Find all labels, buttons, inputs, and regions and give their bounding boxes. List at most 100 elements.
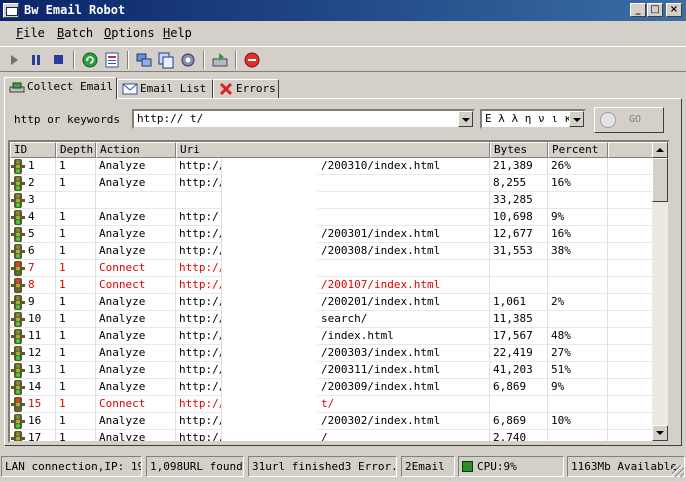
go-button-label: GO	[629, 114, 642, 125]
column-depth[interactable]: Depth	[56, 142, 96, 158]
cell-uri-a: http://	[176, 413, 222, 430]
menu-batch[interactable]: Batch	[57, 26, 93, 40]
pause-icon[interactable]	[26, 50, 46, 70]
column-bytes[interactable]: Bytes	[490, 142, 548, 158]
refresh-icon[interactable]	[80, 50, 100, 70]
cell-uri-b	[318, 192, 490, 209]
cell-id: 14	[10, 379, 56, 396]
toolbar-separator	[73, 51, 75, 69]
scroll-up-button[interactable]	[652, 142, 668, 158]
cell-uri-a: http://	[176, 379, 222, 396]
exit-icon[interactable]	[242, 50, 262, 70]
cell-uri-b: /200107/index.html	[318, 277, 490, 294]
redacted-area	[222, 158, 318, 441]
language-dropdown-arrow-icon[interactable]	[569, 111, 584, 127]
cell-action: Analyze	[96, 226, 176, 243]
table-row[interactable]: 14 1 Analyze http:// /200309/index.html 6,869…	[10, 379, 656, 396]
table-row[interactable]: 5 1 Analyze http:// /200301/index.html 12,677…	[10, 226, 656, 243]
menu-file[interactable]: File	[16, 26, 45, 40]
column-percent[interactable]: Percent	[548, 142, 608, 158]
cell-depth: 1	[56, 413, 96, 430]
cell-uri-b: /200302/index.html	[318, 413, 490, 430]
table-row[interactable]: 16 1 Analyze http:// /200302/index.html 6,869…	[10, 413, 656, 430]
table-row[interactable]: 1 1 Analyze http:///200310/index.html 21,389…	[10, 158, 656, 175]
vertical-scrollbar[interactable]	[652, 142, 668, 441]
tab-collect-email[interactable]: Collect Email	[4, 77, 117, 99]
scroll-thumb[interactable]	[652, 158, 668, 202]
go-icon	[600, 112, 616, 128]
column-action[interactable]: Action	[96, 142, 176, 158]
cell-uri-b: /200301/index.html	[318, 226, 490, 243]
table-row[interactable]: 8 1 Connect http:// /200107/index.html	[10, 277, 656, 294]
cell-percent	[548, 430, 608, 441]
error-x-icon	[219, 82, 233, 96]
cell-depth: 1	[56, 328, 96, 345]
minimize-button[interactable]: _	[630, 3, 646, 17]
url-dropdown-arrow-icon[interactable]	[458, 111, 473, 127]
cell-action: Connect	[96, 277, 176, 294]
table-row[interactable]: 2 1 Analyze http:// 8,255 16%	[10, 175, 656, 192]
cell-uri-b: /index.html	[318, 328, 490, 345]
table-row[interactable]: 12 1 Analyze http:// /200303/index.html 22,41…	[10, 345, 656, 362]
status-cpu-label: CPU:9%	[477, 460, 517, 473]
cell-id: 10	[10, 311, 56, 328]
cell-bytes: 1,061	[490, 294, 548, 311]
status-emails: 2Email	[401, 456, 455, 477]
table-row[interactable]: 13 1 Analyze http:// /200311/index.html 41,20…	[10, 362, 656, 379]
url-input[interactable]: http:// t/	[132, 109, 475, 129]
cell-uri-b: /	[318, 430, 490, 441]
cell-uri-b: /200309/index.html	[318, 379, 490, 396]
url-label: http or keywords	[14, 113, 120, 126]
export-icon[interactable]	[210, 50, 230, 70]
document-icon[interactable]	[102, 50, 122, 70]
tab-email-list[interactable]: Email List	[117, 79, 213, 99]
resize-grip-icon[interactable]	[672, 465, 684, 477]
cell-action: Analyze	[96, 243, 176, 260]
cell-action: Connect	[96, 396, 176, 413]
cell-percent: 38%	[548, 243, 608, 260]
tab-collect-email-label: Collect Email	[27, 80, 114, 93]
tab-errors[interactable]: Errors	[213, 79, 279, 99]
table-row[interactable]: 15 1 Connect http:// t/	[10, 396, 656, 413]
cell-id: 2	[10, 175, 56, 192]
cell-bytes: 41,203	[490, 362, 548, 379]
status-bar: LAN connection,IP: 192. 1,098URL found 3…	[0, 454, 686, 479]
cell-id: 6	[10, 243, 56, 260]
app-icon[interactable]	[3, 3, 19, 18]
table-row[interactable]: 7 1 Connect http://	[10, 260, 656, 277]
table-row[interactable]: 11 1 Analyze http:///index.html 17,567 48%	[10, 328, 656, 345]
cell-uri-a: http://	[176, 362, 222, 379]
language-select-value: Ε λ λ η ν ι κ	[485, 112, 572, 125]
table-row[interactable]: 9 1 Analyze http:// /200201/index.html 1,061 2…	[10, 294, 656, 311]
close-button[interactable]: ×	[666, 3, 682, 17]
settings-icon[interactable]	[178, 50, 198, 70]
go-button[interactable]: GO	[594, 107, 664, 133]
cell-uri-a: http://	[176, 277, 222, 294]
language-select[interactable]: Ε λ λ η ν ι κ	[480, 109, 586, 129]
menu-help[interactable]: Help	[163, 26, 192, 40]
column-uri[interactable]: Uri	[176, 142, 490, 158]
scroll-down-button[interactable]	[652, 425, 668, 441]
table-row[interactable]: 10 1 Analyze http:// search/11,385	[10, 311, 656, 328]
table-row[interactable]: 4 1 Analyze http:/ 10,698 9%	[10, 209, 656, 226]
menu-options[interactable]: Options	[104, 26, 155, 40]
cell-id: 13	[10, 362, 56, 379]
cell-action: Analyze	[96, 345, 176, 362]
column-id[interactable]: ID	[10, 142, 56, 158]
stop-icon[interactable]	[48, 50, 68, 70]
cell-percent: 16%	[548, 175, 608, 192]
cell-uri-a: http://	[176, 430, 222, 441]
menu-help-label: elp	[170, 26, 192, 40]
cell-action: Analyze	[96, 209, 176, 226]
cell-uri-b: /200308/index.html	[318, 243, 490, 260]
table-row[interactable]: 6 1 Analyze http:// /200308/index.html 31,553…	[10, 243, 656, 260]
play-icon[interactable]	[4, 50, 24, 70]
cell-action: Analyze	[96, 311, 176, 328]
table-row[interactable]: 17 1 Analyze http:// /2,740	[10, 430, 656, 441]
copy-icon[interactable]	[156, 50, 176, 70]
url-grid[interactable]: ID Depth Action Uri Bytes Percent 1 1 Anal…	[8, 140, 670, 443]
maximize-button[interactable]: □	[647, 3, 663, 17]
cell-percent	[548, 277, 608, 294]
network-icon[interactable]	[134, 50, 154, 70]
table-row[interactable]: 3 33,285	[10, 192, 656, 209]
